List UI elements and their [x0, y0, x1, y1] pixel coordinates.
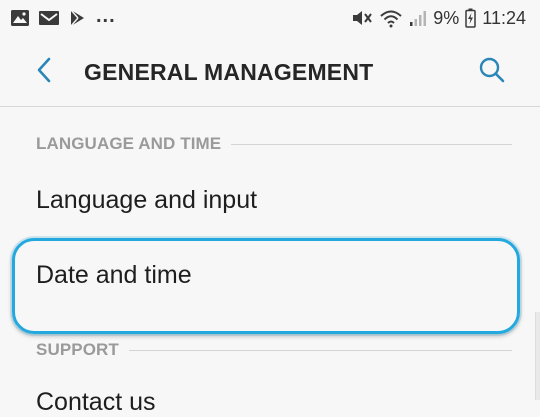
- battery-icon: [465, 8, 477, 28]
- section-header-language-and-time: LANGUAGE AND TIME: [36, 132, 512, 156]
- scrollbar[interactable]: [535, 312, 540, 400]
- section-divider: [128, 349, 512, 351]
- mute-icon: [351, 9, 373, 27]
- wifi-icon: [379, 8, 403, 28]
- battery-percent: 9%: [433, 7, 460, 28]
- play-store-icon: [68, 9, 86, 27]
- app-bar-divider: [0, 106, 540, 107]
- status-bar: ... 9% 11:24: [0, 0, 540, 36]
- search-button[interactable]: [470, 50, 514, 94]
- overflow-notifications: ...: [96, 5, 116, 27]
- section-divider: [231, 143, 512, 145]
- app-bar: GENERAL MANAGEMENT: [0, 36, 540, 108]
- status-bar-right: 9% 11:24: [351, 0, 526, 36]
- signal-icon: [409, 9, 427, 27]
- gallery-icon: [10, 9, 30, 27]
- clock: 11:24: [482, 7, 526, 28]
- list-item-date-and-time[interactable]: Date and time: [36, 261, 512, 290]
- list-item-contact-us[interactable]: Contact us: [36, 388, 512, 417]
- search-icon: [478, 56, 506, 89]
- page-title: GENERAL MANAGEMENT: [84, 59, 374, 85]
- status-bar-left: ...: [10, 0, 116, 36]
- section-label: SUPPORT: [36, 340, 119, 359]
- list-item-language-and-input[interactable]: Language and input: [36, 186, 512, 215]
- section-header-support: SUPPORT: [36, 338, 512, 362]
- email-icon: [38, 9, 60, 27]
- section-label: LANGUAGE AND TIME: [36, 134, 222, 153]
- chevron-left-icon: [36, 57, 52, 88]
- back-button[interactable]: [24, 50, 64, 94]
